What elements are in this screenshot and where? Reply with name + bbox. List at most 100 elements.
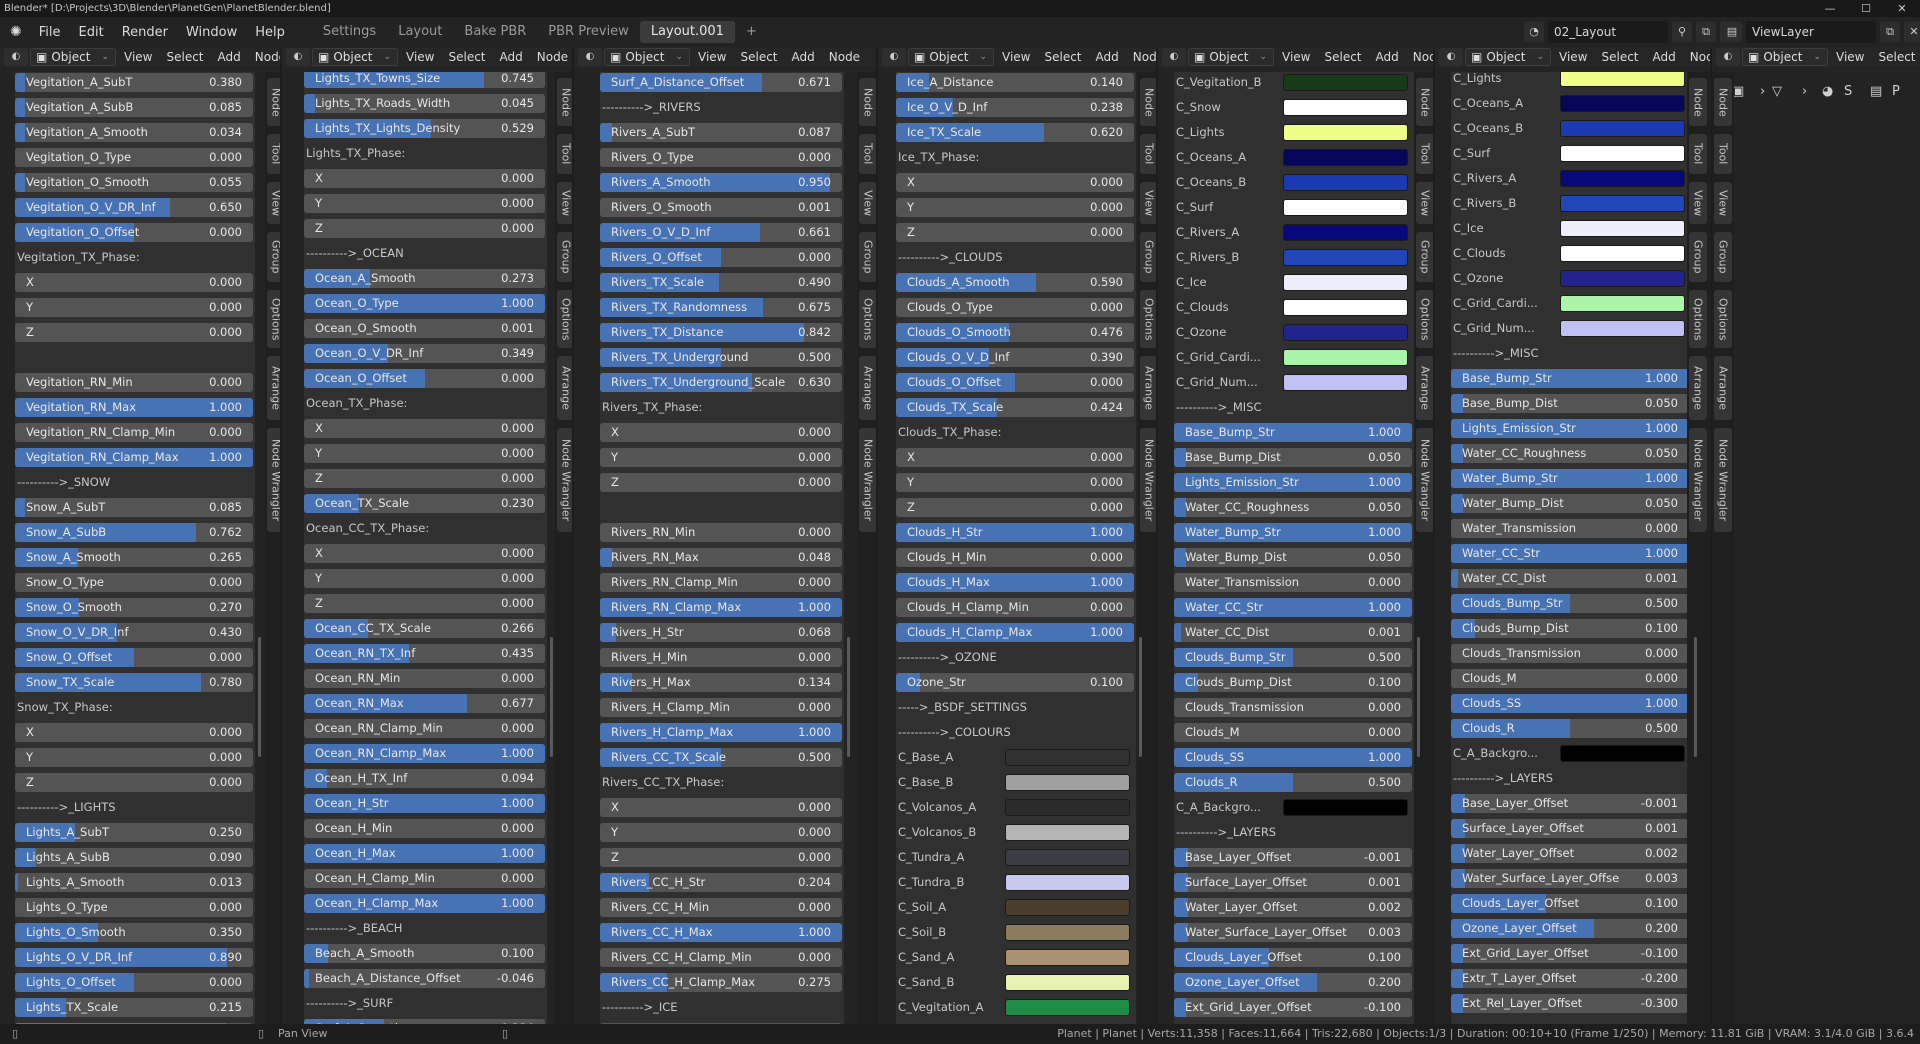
editor-type-icon[interactable]: ◐ [578, 48, 602, 66]
value-slider[interactable]: Ocean_RN_Clamp_Max 1.000 [304, 743, 547, 764]
slider-track[interactable]: Surface_Layer_Offset 0.001 [1174, 873, 1412, 892]
sidebar-tab-arrange[interactable]: Arrange [267, 356, 280, 420]
slider-track[interactable]: Ocean_O_V_DR_Inf 0.349 [304, 344, 545, 363]
value-slider[interactable]: Rivers_CC_H_Clamp_Max 0.275 [600, 972, 844, 993]
value-slider[interactable]: Clouds_O_V_D_Inf 0.390 [896, 347, 1136, 368]
color-field[interactable]: C_Surf [1451, 143, 1691, 164]
scrollbar[interactable] [1417, 637, 1420, 757]
slider-track[interactable]: Y 0.000 [304, 444, 545, 463]
sidebar-tab-arrange[interactable]: Arrange [859, 356, 876, 420]
blender-logo-icon[interactable]: ✺ [0, 24, 30, 40]
color-swatch[interactable] [1005, 999, 1130, 1016]
value-slider[interactable]: Extr_T_Layer_Offset -0.200 [1451, 968, 1691, 989]
slider-track[interactable]: Lights_A_SubB 0.090 [15, 848, 253, 867]
menu-add[interactable]: Add [494, 50, 529, 64]
color-field[interactable]: C_Grid_Cardi... [1451, 293, 1691, 314]
value-slider[interactable]: Water_Bump_Dist 0.050 [1451, 493, 1691, 514]
slider-track[interactable]: Clouds_O_V_D_Inf 0.390 [896, 348, 1134, 367]
value-slider[interactable]: X 0.000 [15, 722, 255, 743]
value-slider[interactable]: Clouds_R 0.500 [1174, 772, 1414, 793]
slider-track[interactable]: Z 0.000 [600, 473, 842, 492]
s-icon[interactable]: S [1844, 84, 1852, 99]
sidebar-tab-node-wrangler[interactable]: Node Wrangler [1416, 428, 1433, 532]
menu-edit[interactable]: Edit [70, 25, 113, 40]
color-field[interactable]: C_Lights [1451, 72, 1691, 89]
slider-track[interactable]: X 0.000 [15, 723, 253, 742]
value-slider[interactable]: Ocean_H_Min 0.000 [304, 818, 547, 839]
add-workspace-button[interactable]: + [735, 21, 768, 43]
slider-track[interactable]: Snow_A_SubT 0.085 [15, 498, 253, 517]
value-slider[interactable]: Ocean_H_Clamp_Max 1.000 [304, 893, 547, 914]
new-scene-icon[interactable]: ⧉ [1696, 22, 1716, 42]
menu-node[interactable]: Node [1684, 50, 1710, 64]
slider-track[interactable]: Snow_A_SubB 0.762 [15, 523, 253, 542]
value-slider[interactable]: Clouds_SS 1.000 [1451, 693, 1691, 714]
slider-track[interactable]: Ocean_RN_Max 0.677 [304, 694, 545, 713]
render-icon[interactable]: ▤ [1870, 84, 1882, 99]
slider-track[interactable]: Water_CC_Roughness 0.050 [1451, 444, 1689, 463]
slider-track[interactable]: Rivers_TX_Underground 0.500 [600, 348, 842, 367]
slider-track[interactable]: Rivers_RN_Clamp_Max 1.000 [600, 598, 842, 617]
filter-icon[interactable]: ▽ [1772, 84, 1782, 99]
value-slider[interactable]: Rivers_O_Offset 0.000 [600, 247, 844, 268]
value-slider[interactable]: Ocean_RN_Clamp_Min 0.000 [304, 718, 547, 739]
menu-node[interactable]: Node [531, 50, 572, 64]
sidebar-tab-node-wrangler[interactable]: Node Wrangler [859, 428, 876, 532]
chevron-right-icon[interactable]: › [1802, 84, 1807, 99]
editor-type-icon[interactable]: ◐ [1716, 48, 1740, 66]
color-field[interactable]: C_Snow [1174, 97, 1414, 118]
value-slider[interactable]: Water_CC_Str 1.000 [1174, 597, 1414, 618]
sidebar-tab-node[interactable]: Node [859, 78, 876, 126]
value-slider[interactable]: Water_Transmission 0.000 [1174, 572, 1414, 593]
color-field[interactable]: C_Rivers_A [1451, 168, 1691, 189]
slider-track[interactable]: Rivers_H_Max 0.134 [600, 673, 842, 692]
sidebar-tab-options[interactable]: Options [1416, 290, 1433, 348]
slider-track[interactable]: Clouds_Bump_Str 0.500 [1174, 648, 1412, 667]
sidebar-tab-view[interactable]: View [1689, 182, 1707, 224]
slider-track[interactable]: Lights_TX_Roads_Width 0.045 [304, 94, 545, 113]
slider-track[interactable]: Water_Surface_Layer_Offse 0.003 [1451, 869, 1689, 888]
value-slider[interactable]: Clouds_A_Smooth 0.590 [896, 272, 1136, 293]
slider-track[interactable]: Z 0.000 [600, 848, 842, 867]
menu-add[interactable]: Add [786, 50, 821, 64]
value-slider[interactable]: Clouds_Bump_Dist 0.100 [1174, 672, 1414, 693]
sidebar-tab-options[interactable]: Options [267, 290, 280, 348]
value-slider[interactable]: Vegitation_A_Smooth 0.034 [15, 122, 255, 143]
value-slider[interactable]: Water_Surface_Layer_Offset 0.003 [1174, 922, 1414, 943]
value-slider[interactable]: Water_CC_Dist 0.001 [1174, 622, 1414, 643]
menu-file[interactable]: File [30, 25, 70, 40]
slider-track[interactable]: Rivers_H_Str 0.068 [600, 623, 842, 642]
value-slider[interactable]: Surface_Layer_Offset 0.001 [1451, 818, 1691, 839]
value-slider[interactable]: X 0.000 [304, 418, 547, 439]
menu-view[interactable]: View [1276, 50, 1316, 64]
value-slider[interactable]: Water_CC_Dist 0.001 [1451, 568, 1691, 589]
value-slider[interactable]: Snow_O_Smooth 0.270 [15, 597, 255, 618]
editor-type-icon[interactable]: ◐ [1439, 48, 1463, 66]
p-icon[interactable]: P [1892, 84, 1900, 99]
color-swatch[interactable] [1005, 924, 1130, 941]
color-field[interactable]: C_Ozone [1451, 268, 1691, 289]
slider-track[interactable]: Clouds_R 0.500 [1174, 773, 1412, 792]
color-swatch[interactable] [1283, 299, 1408, 316]
slider-track[interactable]: Water_Surface_Layer_Offset 0.003 [1174, 923, 1412, 942]
slider-track[interactable]: Lights_TX_Lights_Density 0.529 [304, 119, 545, 138]
menu-select[interactable]: Select [734, 50, 783, 64]
slider-track[interactable]: Rivers_O_Offset 0.000 [600, 248, 842, 267]
slider-track[interactable]: Water_CC_Str 1.000 [1174, 598, 1412, 617]
value-slider[interactable]: Clouds_Transmission 0.000 [1174, 697, 1414, 718]
value-slider[interactable]: Snow_A_Smooth 0.265 [15, 547, 255, 568]
color-swatch[interactable] [1283, 224, 1408, 241]
color-field[interactable]: C_Clouds [1451, 243, 1691, 264]
value-slider[interactable]: Ocean_O_Smooth 0.001 [304, 318, 547, 339]
slider-track[interactable]: Water_Layer_Offset 0.002 [1174, 898, 1412, 917]
color-field[interactable]: C_Oceans_A [1174, 147, 1414, 168]
value-slider[interactable]: Lights_TX_Roads_Width 0.045 [304, 93, 547, 114]
value-slider[interactable]: Rivers_TX_Underground 0.500 [600, 347, 844, 368]
value-slider[interactable]: Snow_TX_Scale 0.780 [15, 672, 255, 693]
value-slider[interactable]: Clouds_H_Clamp_Max 1.000 [896, 622, 1136, 643]
color-field[interactable]: C_Grid_Num... [1174, 372, 1414, 393]
tab-layout[interactable]: Layout [387, 21, 453, 43]
value-slider[interactable]: Vegitation_O_Offset 0.000 [15, 222, 255, 243]
slider-track[interactable]: Base_Bump_Dist 0.050 [1451, 394, 1689, 413]
value-slider[interactable]: Vegitation_O_V_DR_Inf 0.650 [15, 197, 255, 218]
